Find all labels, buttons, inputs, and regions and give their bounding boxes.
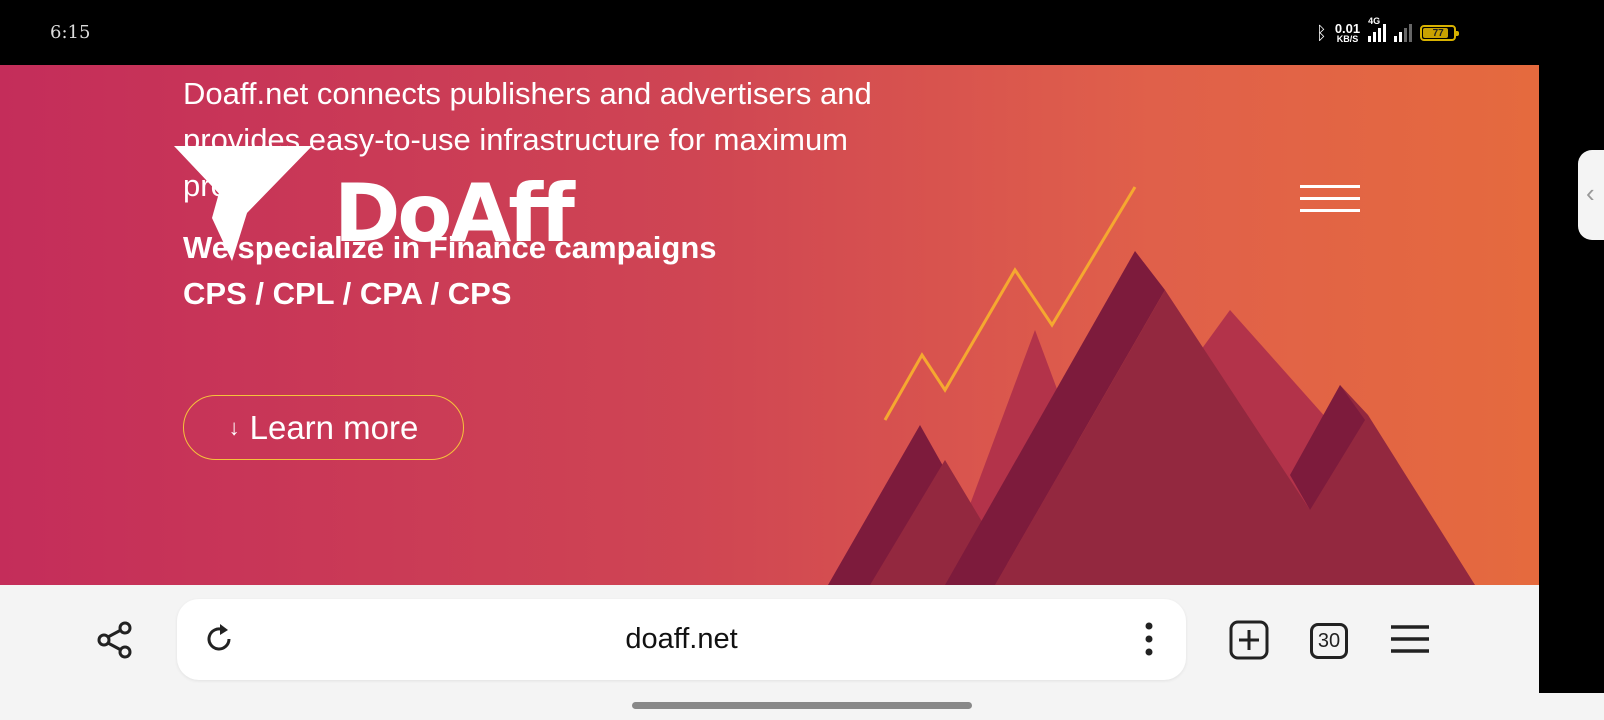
signal-weak-icon [1394, 24, 1413, 42]
status-time: 6:15 [50, 22, 91, 43]
learn-more-button[interactable]: ↓ Learn more [183, 395, 464, 460]
chevron-left-icon: ‹ [1586, 178, 1595, 208]
network-type: 4G [1368, 16, 1381, 26]
specialty-line-2: CPS / CPL / CPA / CPS [183, 276, 512, 311]
more-vertical-icon[interactable] [1139, 619, 1159, 659]
side-panel-handle[interactable]: ‹ [1578, 150, 1604, 240]
specialty-line-1: We specialize in Finance campaigns [183, 230, 717, 265]
status-icons: ᛒ 0.01 KB/S 4G 77 [1316, 16, 1460, 46]
bluetooth-icon: ᛒ [1316, 22, 1327, 44]
hero-specialty: We specialize in Finance campaigns CPS /… [183, 225, 717, 317]
network-speed-unit: KB/S [1336, 34, 1359, 44]
share-icon[interactable] [94, 619, 136, 661]
address-bar[interactable]: doaff.net [177, 599, 1186, 680]
tab-count: 30 [1310, 623, 1348, 659]
battery-level: 77 [1432, 27, 1444, 39]
status-bar: 6:15 ᛒ 0.01 KB/S 4G 77 [0, 0, 1604, 65]
network-speed: 0.01 KB/S [1335, 22, 1360, 44]
menu-icon[interactable] [1388, 621, 1432, 657]
learn-more-label: Learn more [249, 408, 419, 446]
arrow-down-icon: ↓ [228, 414, 240, 440]
hero-section: Doaff.net connects publishers and advert… [0, 65, 1539, 585]
new-tab-icon[interactable] [1228, 619, 1270, 661]
battery-icon: 77 [1420, 25, 1460, 41]
site-menu-icon[interactable] [1300, 185, 1360, 215]
tabs-icon[interactable]: 30 [1309, 621, 1349, 661]
url-text[interactable]: doaff.net [177, 623, 1186, 656]
home-indicator[interactable] [632, 702, 972, 709]
signal-icon: 4G [1368, 16, 1387, 42]
browser-toolbar: doaff.net 30 [0, 585, 1539, 693]
